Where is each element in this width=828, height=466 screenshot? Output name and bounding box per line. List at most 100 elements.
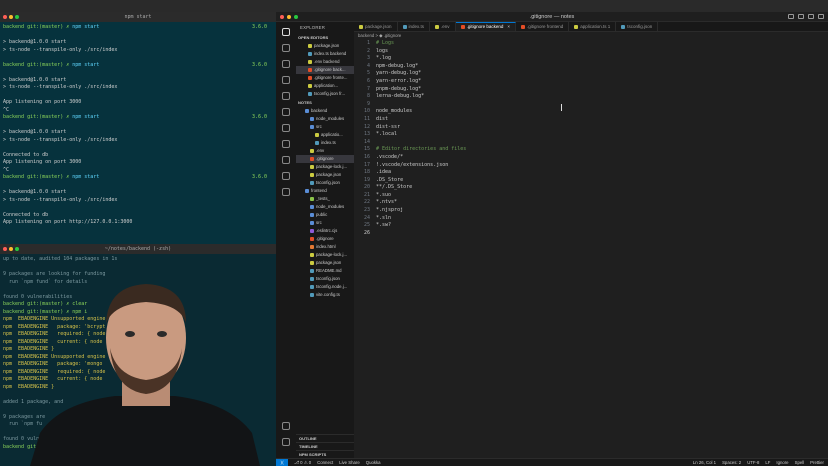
- status-item[interactable]: UTF-8: [747, 460, 759, 465]
- code-editor[interactable]: 1 # Logs 2 logs 3 *.log 4 npm-debug.log* 5 yarn-d…: [354, 40, 828, 458]
- file-icon: [310, 245, 314, 249]
- mongodb-icon[interactable]: [282, 172, 290, 180]
- file-tree-item[interactable]: src: [296, 219, 354, 227]
- file-tree-item[interactable]: .gitignore: [296, 155, 354, 163]
- editor-tab[interactable]: index.ts: [398, 22, 431, 31]
- code-line: 9: [354, 101, 828, 109]
- file-tree-item[interactable]: README.md: [296, 267, 354, 275]
- close-icon[interactable]: [3, 247, 7, 251]
- remote-explorer-icon[interactable]: [282, 124, 290, 132]
- line-number: 1: [366, 40, 370, 46]
- file-tree-item[interactable]: index.html: [296, 243, 354, 251]
- close-icon[interactable]: [3, 15, 7, 19]
- file-tree-item[interactable]: _tests_: [296, 195, 354, 203]
- editor-tab[interactable]: .gitignore backend ×: [455, 22, 516, 32]
- search-icon[interactable]: [282, 44, 290, 52]
- open-editor-item[interactable]: .gitignore fronte...: [296, 74, 354, 82]
- file-tree-item[interactable]: package-lock.j...: [296, 251, 354, 259]
- status-item[interactable]: Live Share: [339, 460, 360, 466]
- prompt-time: 3.6.0: [251, 61, 267, 68]
- maximize-icon[interactable]: [15, 15, 19, 19]
- editor-tab[interactable]: .gitignore frontend: [516, 22, 570, 31]
- testing-icon[interactable]: [282, 140, 290, 148]
- code-text: !.vscode/extensions.json: [376, 161, 449, 168]
- open-editor-item[interactable]: .gitignore back...: [296, 66, 354, 74]
- file-tree-item[interactable]: node_modules: [296, 203, 354, 211]
- file-tree-item[interactable]: node_modules: [296, 115, 354, 123]
- line-number: 4: [366, 62, 370, 69]
- terminal-line: backend git:(master) ✗ npm start 3.6.0: [3, 24, 273, 32]
- status-item[interactable]: Spell: [795, 460, 805, 465]
- status-item[interactable]: LF: [765, 460, 770, 465]
- open-editor-item[interactable]: index.ts backend: [296, 50, 354, 58]
- remote-indicator-icon[interactable]: ⟩⟨: [276, 458, 288, 466]
- file-tree-item[interactable]: public: [296, 211, 354, 219]
- open-editor-item[interactable]: tsconfig.json fr...: [296, 90, 354, 98]
- file-tree-label: _tests_: [316, 196, 330, 201]
- file-tree-item[interactable]: backend: [296, 107, 354, 115]
- maximize-icon[interactable]: [15, 247, 19, 251]
- docker-icon[interactable]: [282, 156, 290, 164]
- status-item[interactable]: Quokka: [366, 460, 381, 466]
- tab-label: package.json: [365, 23, 392, 29]
- file-tree-item[interactable]: src: [296, 123, 354, 131]
- explorer-icon[interactable]: [282, 28, 290, 36]
- file-tree-item[interactable]: package-lock.j...: [296, 163, 354, 171]
- database-icon[interactable]: [282, 108, 290, 116]
- breadcrumb[interactable]: backend > ◆ .gitignore: [354, 32, 828, 40]
- open-editor-item[interactable]: application...: [296, 82, 354, 90]
- terminal-title: ~/notes/backend (-zsh): [104, 246, 172, 252]
- file-icon: [310, 125, 314, 129]
- file-tree-item[interactable]: tsconfig.json: [296, 275, 354, 283]
- file-tree-item[interactable]: tsconfig.json: [296, 179, 354, 187]
- account-icon[interactable]: [282, 422, 290, 430]
- status-item[interactable]: Ignore: [776, 460, 788, 465]
- notes-workspace-section[interactable]: NOTES: [296, 98, 354, 107]
- editor-tab[interactable]: .env: [430, 22, 456, 31]
- open-editor-item[interactable]: package.json: [296, 42, 354, 50]
- file-tree-item[interactable]: .gitignore: [296, 235, 354, 243]
- file-tree-item[interactable]: package.json: [296, 171, 354, 179]
- file-tree-item[interactable]: applicatio...: [296, 131, 354, 139]
- file-tree-item[interactable]: tsconfig.node.j...: [296, 283, 354, 291]
- run-debug-icon[interactable]: [282, 76, 290, 84]
- status-item[interactable]: Ln 26, Col 1: [693, 460, 716, 465]
- layout-icon[interactable]: [818, 14, 824, 19]
- github-icon[interactable]: [282, 188, 290, 196]
- file-icon: [305, 189, 309, 193]
- editor-tab[interactable]: application.ts 1: [569, 22, 617, 31]
- toggle-panel-icon[interactable]: [798, 14, 804, 19]
- code-text: *.ntvs*: [376, 199, 398, 206]
- open-editors-section[interactable]: OPEN EDITORS: [296, 33, 354, 42]
- settings-gear-icon[interactable]: [282, 438, 290, 446]
- sidebar-section-header[interactable]: OUTLINE: [296, 434, 354, 442]
- sidebar-section-header[interactable]: NPM SCRIPTS: [296, 450, 354, 458]
- extensions-icon[interactable]: [282, 92, 290, 100]
- file-tree-item[interactable]: index.ts: [296, 139, 354, 147]
- file-tree-item[interactable]: frontend: [296, 187, 354, 195]
- status-item[interactable]: Connect: [317, 460, 333, 466]
- file-tree-item[interactable]: vite.config.ts: [296, 291, 354, 299]
- status-item[interactable]: Spaces: 2: [722, 460, 741, 465]
- status-item[interactable]: ⎇ 0 ⚠ 0: [294, 460, 311, 466]
- status-item[interactable]: Prettier: [810, 460, 824, 465]
- file-icon: [310, 213, 314, 217]
- toggle-sidebar-icon[interactable]: [788, 14, 794, 19]
- menu-bar: [0, 0, 828, 12]
- minimize-icon[interactable]: [9, 247, 13, 251]
- file-tree-item[interactable]: .eslintrc.cjs: [296, 227, 354, 235]
- file-tree-item[interactable]: .env: [296, 147, 354, 155]
- sidebar-section-header[interactable]: TIMELINE: [296, 442, 354, 450]
- editor-tab[interactable]: tsconfig.json: [616, 22, 659, 31]
- terminal-output[interactable]: backend git:(master) ✗ npm start 3.6.0 > b…: [0, 22, 276, 229]
- editor-tab[interactable]: package.json: [354, 22, 398, 31]
- source-control-icon[interactable]: [282, 60, 290, 68]
- toggle-secondary-sidebar-icon[interactable]: [808, 14, 814, 19]
- open-editor-item[interactable]: .env backend: [296, 58, 354, 66]
- close-tab-icon[interactable]: ×: [507, 22, 510, 32]
- minimize-icon[interactable]: [9, 15, 13, 19]
- terminal-window-top[interactable]: npm start backend git:(master) ✗ npm sta…: [0, 12, 276, 244]
- file-tree-item[interactable]: package.json: [296, 259, 354, 267]
